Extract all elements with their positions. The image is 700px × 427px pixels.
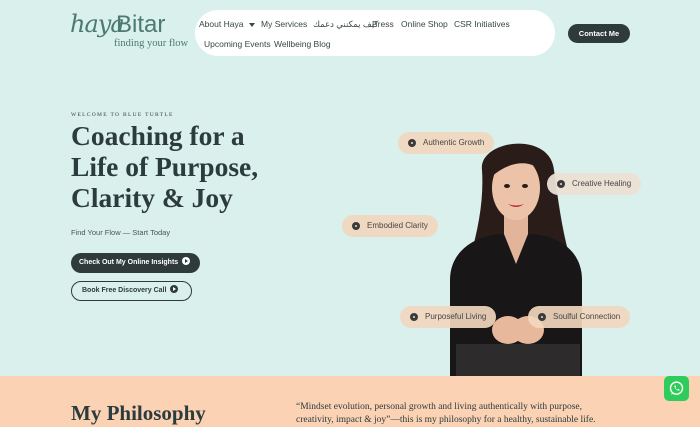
dot-circle-icon <box>557 180 565 188</box>
nav-item-about[interactable]: About Haya <box>199 19 256 29</box>
hero-title-line: Life of Purpose, <box>71 151 259 182</box>
philosophy-heading: My Philosophy <box>71 401 206 425</box>
tag-label: Soulful Connection <box>553 312 621 321</box>
tag-label: Purposeful Living <box>425 312 487 321</box>
tag-purposeful-living: Purposeful Living <box>400 306 497 328</box>
nav-item-services[interactable]: My Services <box>261 19 307 29</box>
whatsapp-button[interactable] <box>664 376 689 401</box>
nav-item-csr[interactable]: CSR Initiatives <box>454 19 510 29</box>
contact-button[interactable]: Contact Me <box>568 24 630 43</box>
hero-subtitle: Find Your Flow — Start Today <box>71 228 171 237</box>
logo-name: Bitar <box>116 11 166 38</box>
play-circle-icon <box>182 257 191 265</box>
nav-item-support-arabic[interactable]: كيف يمكنني دعمك <box>313 19 378 30</box>
play-circle-icon <box>170 285 179 293</box>
hero-eyebrow: WELCOME TO BLUE TURTLE <box>71 112 174 118</box>
hero-title-line: Clarity & Joy <box>71 182 233 213</box>
tag-creative-healing: Creative Healing <box>547 173 642 195</box>
online-insights-label: Check Out My Online Insights <box>79 259 179 266</box>
coach-portrait-image <box>450 143 582 376</box>
philosophy-quote: “Mindset evolution, personal growth and … <box>296 402 596 425</box>
hero-title-line: Coaching for a <box>71 120 245 151</box>
main-nav: About Haya My Services كيف يمكنني دعمك P… <box>195 10 555 56</box>
tag-label: Authentic Growth <box>423 138 485 147</box>
chevron-down-icon <box>249 22 256 27</box>
nav-item-blog[interactable]: Wellbeing Blog <box>274 39 331 49</box>
discovery-call-label: Book Free Discovery Call <box>82 287 167 294</box>
nav-item-events[interactable]: Upcoming Events <box>204 39 271 49</box>
tag-label: Embodied Clarity <box>367 221 428 230</box>
dot-circle-icon <box>352 222 360 230</box>
site-logo[interactable]: haya Bitar finding your flow <box>70 10 190 52</box>
tag-label: Creative Healing <box>572 179 632 188</box>
dot-circle-icon <box>538 313 546 321</box>
dot-circle-icon <box>408 139 416 147</box>
tag-embodied-clarity: Embodied Clarity <box>342 215 438 237</box>
hero-title: Coaching for a Life of Purpose, Clarity … <box>71 120 291 213</box>
online-insights-button[interactable]: Check Out My Online Insights <box>71 253 200 273</box>
whatsapp-icon <box>669 381 684 395</box>
nav-item-label: About Haya <box>199 19 244 29</box>
discovery-call-button[interactable]: Book Free Discovery Call <box>71 281 192 301</box>
tag-authentic-growth: Authentic Growth <box>398 132 495 154</box>
dot-circle-icon <box>410 313 418 321</box>
tag-soulful-connection: Soulful Connection <box>528 306 631 328</box>
logo-tagline: finding your flow <box>114 38 189 49</box>
nav-item-press[interactable]: Press <box>372 19 394 29</box>
nav-item-shop[interactable]: Online Shop <box>401 19 448 29</box>
